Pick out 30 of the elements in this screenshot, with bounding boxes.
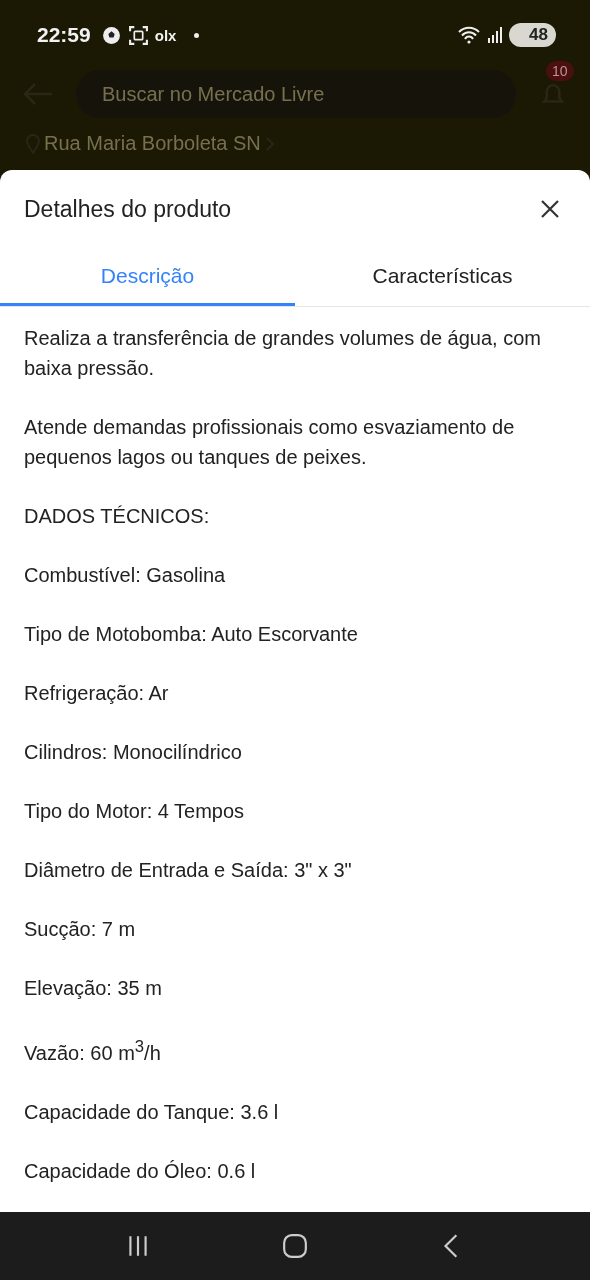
description-paragraph: Refrigeração: Ar — [24, 681, 170, 706]
description-paragraph: Diâmetro de Entrada e Saída: 3" x 3" — [24, 858, 353, 883]
wifi-icon — [457, 25, 482, 45]
description-paragraph: Realiza a transferência de grandes volumes de água, com baixa pressão. — [24, 326, 542, 381]
status-time: 22:59 — [37, 23, 91, 47]
app-notification-label: olx — [154, 26, 177, 44]
description-paragraph: Atende demandas profissionais como esvaziamento de pequenos lagos ou tanques de peixes. — [24, 415, 516, 470]
description-paragraph: Tipo de Motobomba: Auto Escorvante — [24, 622, 359, 647]
battery-indicator: 48 — [509, 23, 556, 47]
screenshot-icon — [127, 24, 149, 46]
description-paragraph: Capacidade do Tanque: 3.6 l — [24, 1099, 280, 1125]
description-paragraph: Tipo do Motor: 4 Tempos — [24, 799, 246, 824]
description-paragraph: Capacidade do Óleo: 0.6 l — [24, 1158, 257, 1184]
close-icon[interactable] — [540, 199, 560, 219]
description-paragraph: Combustível: Gasolina — [24, 563, 227, 588]
search-field[interactable]: Buscar no Mercado Livre — [76, 70, 516, 118]
more-notifications-icon — [194, 32, 200, 38]
home-icon[interactable] — [282, 1233, 308, 1259]
description-paragraph: DADOS TÉCNICOS: — [24, 504, 211, 529]
description-paragraph: Vazão: 60 m$^{3}$/h — [24, 1036, 162, 1066]
delivery-address[interactable]: Rua Maria Borboleta SN — [44, 132, 261, 155]
signal-icon — [487, 26, 504, 44]
description-paragraph: Sucção: 7 m — [24, 917, 137, 942]
notification-badge: 10 — [546, 61, 574, 81]
description-paragraph: Cilindros: Monocilíndrico — [24, 740, 243, 765]
tab[interactable]: Características — [295, 248, 590, 306]
soccer-ball-icon — [100, 24, 122, 46]
tab[interactable]: Descrição — [0, 248, 295, 306]
description-paragraph: Elevação: 35 m — [24, 976, 163, 1001]
sheet-title: Detalhes do produto — [24, 195, 232, 223]
